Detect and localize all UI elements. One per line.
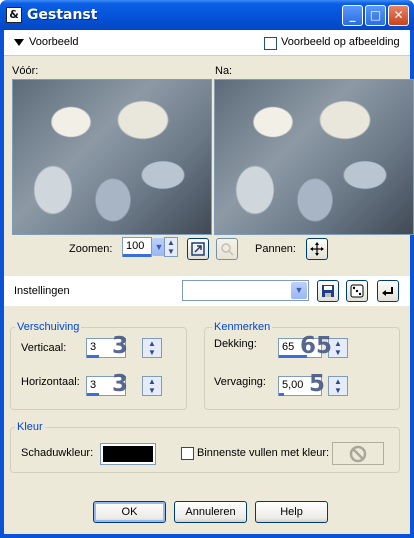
pan-button[interactable] bbox=[306, 238, 328, 260]
zoom-fit-icon bbox=[191, 242, 205, 256]
random-settings-button[interactable] bbox=[346, 280, 368, 302]
after-label: Na: bbox=[215, 65, 233, 77]
ok-button[interactable]: OK bbox=[93, 501, 166, 523]
dialog-window: & Gestanst _ □ ✕ Voorbeeld Voorbeeld op … bbox=[0, 0, 414, 538]
magnifier-icon bbox=[221, 243, 234, 256]
horizontal-label: Horizontaal: bbox=[21, 376, 80, 388]
after-preview-image[interactable] bbox=[214, 79, 414, 235]
before-preview-image[interactable] bbox=[12, 79, 212, 235]
opacity-label: Dekking: bbox=[214, 338, 257, 350]
pan-label: Pannen: bbox=[255, 243, 296, 255]
shadow-color-fill bbox=[103, 446, 153, 462]
app-icon: & bbox=[6, 7, 22, 23]
blur-spinner[interactable]: ▲ ▼ bbox=[328, 376, 348, 396]
move-arrows-icon bbox=[310, 242, 324, 256]
close-button[interactable]: ✕ bbox=[388, 5, 409, 26]
window-frame-bottom bbox=[0, 534, 414, 538]
preview-on-image-label: Voorbeeld op afbeelding bbox=[281, 36, 400, 48]
preset-dropdown[interactable]: ▼ bbox=[182, 280, 309, 301]
settings-label: Instellingen bbox=[14, 285, 70, 297]
floppy-disk-icon bbox=[322, 285, 334, 297]
no-symbol-icon bbox=[349, 445, 367, 463]
fill-inside-checkbox[interactable] bbox=[181, 447, 194, 460]
horizontal-level-bar bbox=[87, 393, 99, 396]
help-button[interactable]: Help bbox=[255, 501, 328, 523]
window-title: Gestanst bbox=[27, 7, 98, 23]
vertical-spinner[interactable]: ▲ ▼ bbox=[142, 338, 162, 358]
triangle-down-icon bbox=[14, 39, 24, 46]
zoom-magnifier-button[interactable] bbox=[216, 238, 238, 260]
preview-toggle[interactable]: Voorbeeld bbox=[12, 36, 92, 50]
before-label: Vóór: bbox=[12, 65, 39, 77]
zoom-level-bar bbox=[123, 254, 151, 257]
horizontal-annotation: 3 bbox=[112, 371, 129, 397]
fill-inside-label: Binnenste vullen met kleur: bbox=[197, 447, 330, 459]
opacity-annotation: 65 bbox=[300, 333, 333, 359]
dialog-client: Voorbeeld Voorbeeld op afbeelding Vóór: … bbox=[4, 30, 414, 534]
blur-label: Vervaging: bbox=[214, 376, 266, 388]
save-preset-button[interactable] bbox=[317, 280, 339, 302]
color-group-title: Kleur bbox=[15, 421, 45, 433]
blur-level-bar bbox=[279, 393, 284, 396]
fill-inside-color-swatch[interactable] bbox=[332, 442, 384, 465]
shadow-color-label: Schaduwkleur: bbox=[21, 447, 94, 459]
shadow-color-swatch[interactable] bbox=[100, 443, 156, 465]
preset-dropdown-arrow[interactable]: ▼ bbox=[291, 282, 307, 299]
preview-on-image-checkbox[interactable] bbox=[264, 37, 277, 50]
undo-arrow-icon bbox=[382, 287, 393, 296]
reset-settings-button[interactable] bbox=[377, 280, 399, 302]
horizontal-spinner[interactable]: ▲ ▼ bbox=[142, 376, 162, 396]
preview-toggle-label: Voorbeeld bbox=[29, 36, 79, 48]
vertical-annotation: 3 bbox=[112, 333, 129, 359]
offset-group-title: Verschuiving bbox=[15, 321, 82, 333]
settings-bar: Instellingen ▼ bbox=[4, 276, 410, 306]
zoom-label: Zoomen: bbox=[69, 243, 113, 255]
vertical-label: Verticaal: bbox=[21, 342, 67, 354]
blur-annotation: 5 bbox=[309, 371, 326, 397]
preview-header: Voorbeeld Voorbeeld op afbeelding bbox=[4, 30, 410, 56]
title-bar[interactable]: & Gestanst _ □ ✕ bbox=[0, 0, 414, 30]
cancel-button[interactable]: Annuleren bbox=[174, 501, 247, 523]
maximize-button[interactable]: □ bbox=[365, 5, 386, 26]
zoom-spinner[interactable]: ▲ ▼ bbox=[164, 237, 178, 257]
dice-icon bbox=[350, 284, 364, 298]
zoom-fit-button[interactable] bbox=[187, 238, 209, 260]
vertical-level-bar bbox=[87, 355, 99, 358]
minimize-button[interactable]: _ bbox=[342, 5, 363, 26]
properties-group-title: Kenmerken bbox=[212, 321, 273, 333]
